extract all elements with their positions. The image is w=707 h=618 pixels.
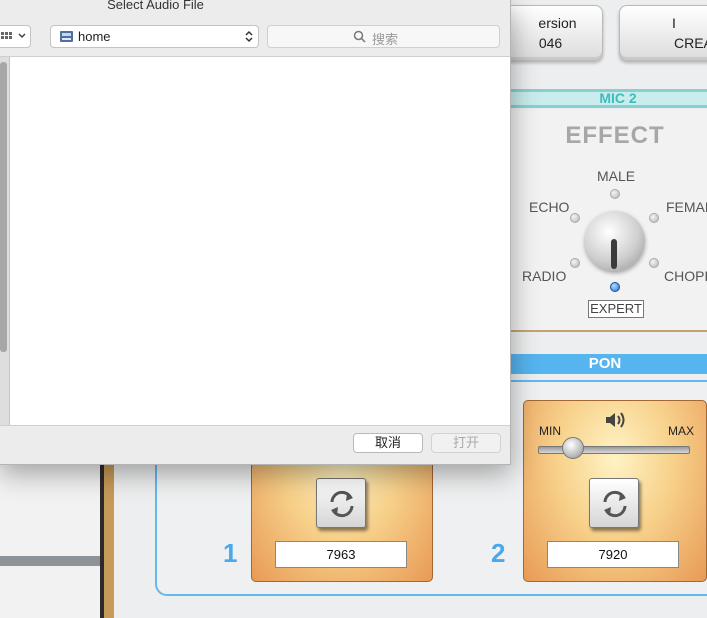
slot-1-number: 1 <box>223 538 238 568</box>
mic-header: MIC 2 <box>505 89 707 108</box>
file-browser-pane[interactable] <box>10 57 510 425</box>
effect-title: EFFECT <box>565 122 665 149</box>
sidebar-scrollbar[interactable] <box>0 62 7 352</box>
effect-label-chopper: CHOPP <box>664 268 707 284</box>
create-button-label: I <box>672 15 676 31</box>
refresh-button-1[interactable] <box>316 478 366 528</box>
slot-1-value[interactable]: 7963 <box>275 541 407 568</box>
search-icon <box>353 30 366 43</box>
location-label: home <box>78 29 111 44</box>
slot-2-number: 2 <box>491 538 506 568</box>
effect-knob[interactable] <box>585 211 645 271</box>
cancel-button[interactable]: 取消 <box>353 433 423 453</box>
effect-option-chopper[interactable] <box>649 258 659 268</box>
home-disk-icon <box>60 31 73 42</box>
effect-label-male: MALE <box>597 168 636 184</box>
location-select[interactable]: home <box>50 25 259 48</box>
create-button-value: CREA <box>674 35 707 51</box>
pon-header: PON <box>505 354 707 374</box>
refresh-icon <box>603 490 627 518</box>
search-input[interactable]: 搜索 <box>267 25 500 48</box>
refresh-button-2[interactable] <box>589 478 639 528</box>
search-placeholder: 搜索 <box>372 32 399 47</box>
refresh-icon <box>330 490 354 518</box>
select-audio-dialog: Select Audio File home 搜索 取消 打开 <box>0 0 511 465</box>
effect-label-female: FEMAL <box>666 199 707 215</box>
footer-divider <box>0 425 510 426</box>
effect-option-expert[interactable] <box>610 282 620 292</box>
version-button-label: ersion <box>538 15 577 31</box>
effect-label-expert: EXPERT <box>588 300 644 318</box>
version-button-value: 046 <box>538 35 563 51</box>
effect-label-radio: RADIO <box>522 268 567 284</box>
grid-view-icon <box>1 32 26 39</box>
left-panel-bar <box>0 556 102 566</box>
view-mode-button[interactable] <box>0 25 31 48</box>
dialog-title: Select Audio File <box>107 0 204 12</box>
left-panel <box>0 464 100 618</box>
volume-slider-thumb[interactable] <box>562 437 584 459</box>
knob-pointer <box>611 239 617 269</box>
version-button[interactable]: ersion 046 <box>498 5 603 61</box>
open-button[interactable]: 打开 <box>431 433 501 453</box>
effect-option-female[interactable] <box>649 213 659 223</box>
slot-2-value[interactable]: 7920 <box>547 541 679 568</box>
effect-option-echo[interactable] <box>570 213 580 223</box>
volume-min-label: MIN <box>539 424 561 438</box>
effect-label-echo: ECHO <box>529 199 570 215</box>
effect-option-male[interactable] <box>610 189 620 199</box>
volume-slider-track[interactable] <box>538 446 690 454</box>
speaker-icon <box>606 412 625 428</box>
updown-chevron-icon <box>245 30 253 43</box>
create-button[interactable]: I CREA <box>619 5 707 61</box>
left-frame-edge <box>100 460 120 618</box>
effect-option-radio[interactable] <box>570 258 580 268</box>
volume-max-label: MAX <box>668 424 695 438</box>
